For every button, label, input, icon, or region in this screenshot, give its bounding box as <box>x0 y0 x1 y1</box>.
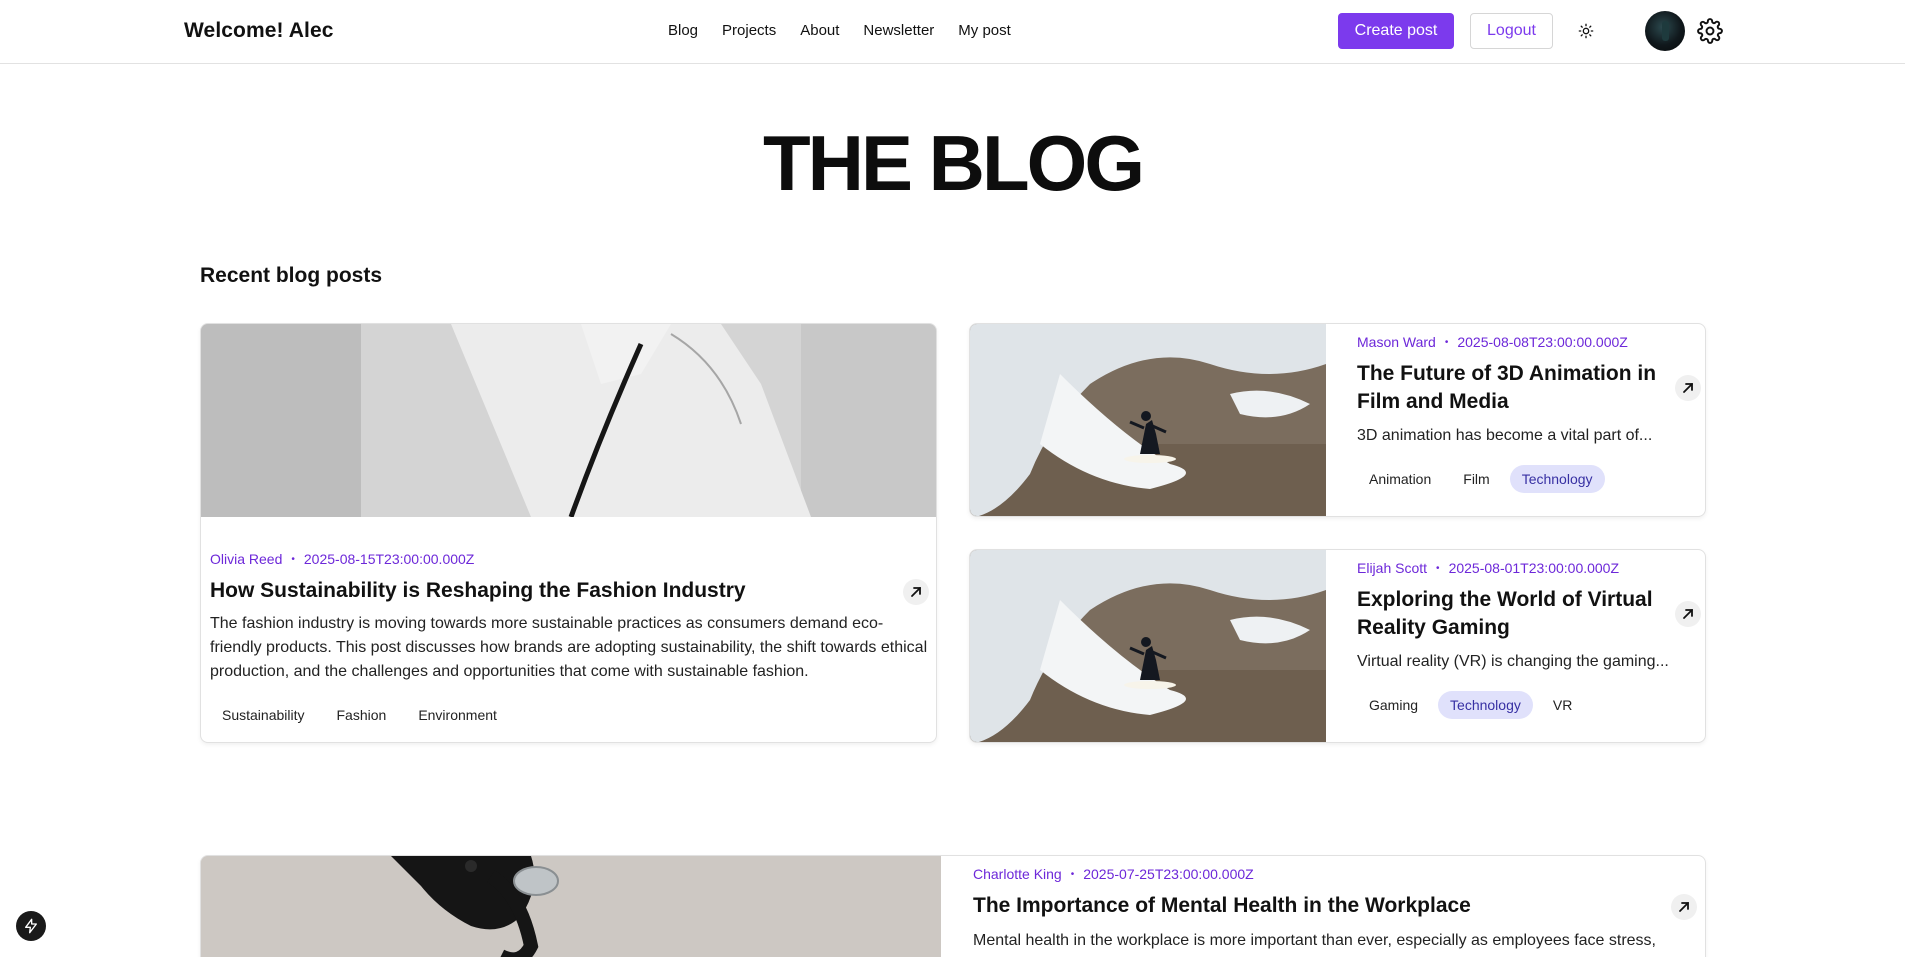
post-card[interactable]: Elijah Scott • 2025-08-01T23:00:00.000Z … <box>969 549 1706 743</box>
top-header: Welcome! Alec Blog Projects About Newsle… <box>0 0 1905 64</box>
post-excerpt: 3D animation has become a vital part of.… <box>1357 427 1653 444</box>
post-tags: Sustainability Fashion Environment <box>210 701 509 729</box>
tag[interactable]: Film <box>1451 465 1501 493</box>
settings-button[interactable] <box>1697 18 1723 44</box>
user-avatar[interactable] <box>1645 11 1685 51</box>
open-post-button[interactable] <box>1675 601 1701 627</box>
post-meta: Olivia Reed • 2025-08-15T23:00:00.000Z <box>210 551 474 567</box>
post-excerpt: The fashion industry is moving towards m… <box>210 615 928 680</box>
gear-icon <box>1697 18 1723 44</box>
post-meta: Mason Ward • 2025-08-08T23:00:00.000Z <box>1357 334 1628 350</box>
nav-newsletter[interactable]: Newsletter <box>863 22 934 39</box>
post-meta: Charlotte King • 2025-07-25T23:00:00.000… <box>973 866 1254 882</box>
post-card[interactable]: Mason Ward • 2025-08-08T23:00:00.000Z Th… <box>969 323 1706 517</box>
post-excerpt: Mental health in the workplace is more i… <box>973 932 1656 949</box>
separator-dot: • <box>291 553 295 565</box>
tag[interactable]: Fashion <box>325 701 399 729</box>
tag[interactable]: Animation <box>1357 465 1443 493</box>
post-title[interactable]: Exploring the World of Virtual Reality G… <box>1357 586 1657 642</box>
post-image <box>970 550 1326 742</box>
post-author: Charlotte King <box>973 866 1062 882</box>
tag[interactable]: VR <box>1541 691 1584 719</box>
post-image <box>201 324 936 517</box>
post-image <box>201 856 941 957</box>
post-title[interactable]: The Future of 3D Animation in Film and M… <box>1357 360 1657 416</box>
main-nav: Blog Projects About Newsletter My post <box>668 22 1011 39</box>
post-author: Mason Ward <box>1357 334 1436 350</box>
open-post-button[interactable] <box>1671 894 1697 920</box>
sun-icon <box>1578 23 1594 39</box>
arrow-up-right-icon <box>1683 383 1693 393</box>
logout-button[interactable]: Logout <box>1470 13 1553 49</box>
post-author: Elijah Scott <box>1357 560 1428 576</box>
section-title: Recent blog posts <box>200 264 383 287</box>
post-date: 2025-08-08T23:00:00.000Z <box>1457 334 1628 350</box>
post-tags: Animation Film Technology <box>1357 465 1605 493</box>
post-meta: Elijah Scott • 2025-08-01T23:00:00.000Z <box>1357 560 1619 576</box>
open-post-button[interactable] <box>903 579 929 605</box>
nav-blog[interactable]: Blog <box>668 22 698 39</box>
post-card-featured[interactable]: Olivia Reed • 2025-08-15T23:00:00.000Z H… <box>200 323 937 743</box>
post-excerpt: Virtual reality (VR) is changing the gam… <box>1357 653 1669 670</box>
open-post-button[interactable] <box>1675 375 1701 401</box>
post-author: Olivia Reed <box>210 551 283 567</box>
arrow-up-right-icon <box>911 587 921 597</box>
tag[interactable]: Environment <box>406 701 509 729</box>
tag-highlighted[interactable]: Technology <box>1509 465 1605 493</box>
create-post-button[interactable]: Create post <box>1338 13 1454 49</box>
separator-dot: • <box>1070 868 1075 880</box>
post-date: 2025-07-25T23:00:00.000Z <box>1083 866 1254 882</box>
post-image <box>970 324 1326 516</box>
tag[interactable]: Gaming <box>1357 691 1430 719</box>
tag[interactable]: Sustainability <box>210 701 317 729</box>
post-title[interactable]: The Importance of Mental Health in the W… <box>973 892 1471 920</box>
nav-my-post[interactable]: My post <box>958 22 1011 39</box>
post-date: 2025-08-15T23:00:00.000Z <box>303 551 475 567</box>
post-title[interactable]: How Sustainability is Reshaping the Fash… <box>210 577 746 605</box>
separator-dot: • <box>1444 336 1449 348</box>
welcome-brand: Welcome! Alec <box>184 19 334 42</box>
post-card-wide[interactable]: Charlotte King • 2025-07-25T23:00:00.000… <box>200 855 1706 957</box>
nav-about[interactable]: About <box>800 22 839 39</box>
post-date: 2025-08-01T23:00:00.000Z <box>1448 560 1620 576</box>
tag-highlighted[interactable]: Technology <box>1438 691 1533 719</box>
theme-toggle-button[interactable] <box>1576 21 1596 41</box>
lightning-icon <box>25 918 37 934</box>
nav-projects[interactable]: Projects <box>722 22 776 39</box>
post-tags: Gaming Technology VR <box>1357 691 1584 719</box>
quick-action-button[interactable] <box>16 911 46 941</box>
page-title: THE BLOG <box>763 119 1145 207</box>
arrow-up-right-icon <box>1683 609 1693 619</box>
separator-dot: • <box>1436 562 1440 574</box>
arrow-up-right-icon <box>1679 902 1689 912</box>
